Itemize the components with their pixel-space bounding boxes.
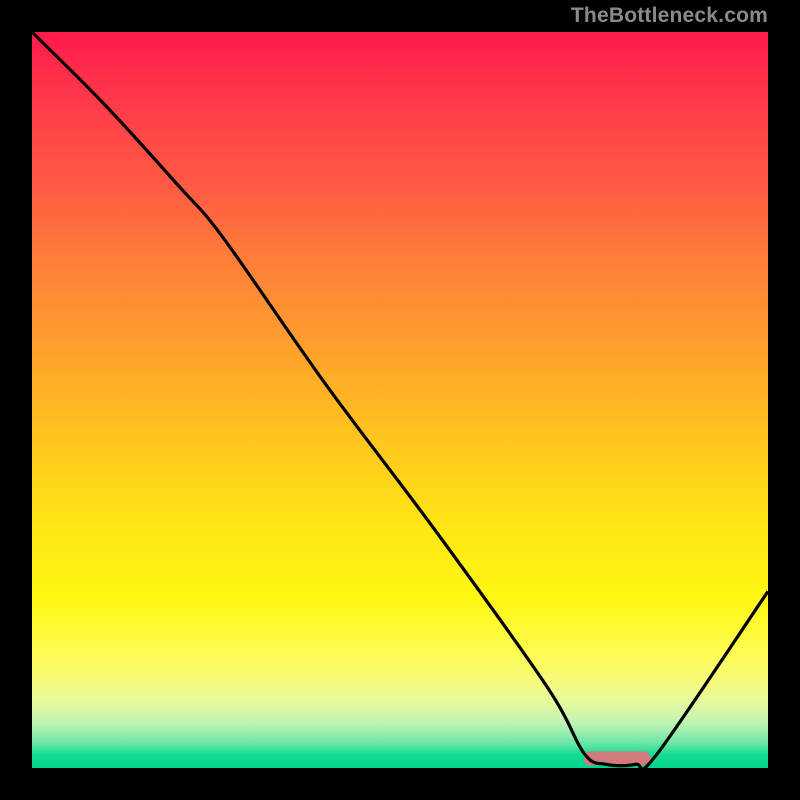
watermark-label: TheBottleneck.com xyxy=(571,4,768,28)
chart-frame: TheBottleneck.com xyxy=(0,0,800,800)
chart-svg xyxy=(32,32,768,768)
bottleneck-curve xyxy=(32,32,768,768)
plot-area xyxy=(32,32,768,768)
